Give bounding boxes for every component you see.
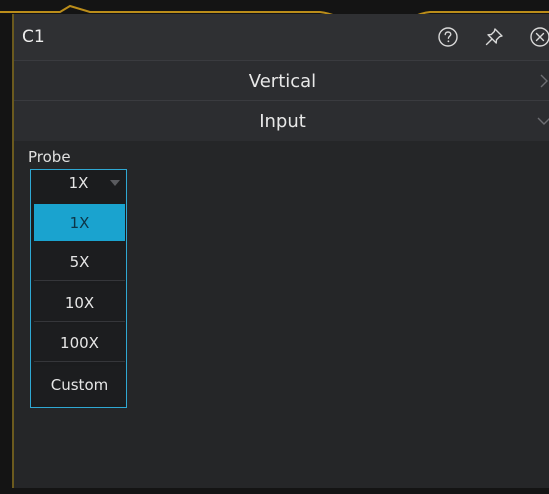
probe-option-label: 1X xyxy=(69,213,90,232)
titlebar-icons xyxy=(437,26,549,48)
probe-select[interactable]: 1X xyxy=(30,169,127,196)
section-vertical[interactable]: Vertical xyxy=(14,60,549,101)
probe-dropdown: 1X 5X 10X 100X Custom xyxy=(30,196,127,408)
probe-option-100x[interactable]: 100X xyxy=(34,324,125,362)
caret-down-icon xyxy=(110,180,120,186)
probe-option-label: 5X xyxy=(69,252,90,271)
probe-option-label: 10X xyxy=(64,293,95,312)
probe-option-1x[interactable]: 1X xyxy=(34,204,125,241)
chevron-down-icon xyxy=(537,117,549,125)
probe-label: Probe xyxy=(28,148,71,166)
section-vertical-label: Vertical xyxy=(248,70,317,92)
probe-option-label: Custom xyxy=(50,375,109,394)
chevron-right-icon xyxy=(540,74,548,88)
probe-selected-value: 1X xyxy=(68,174,89,192)
probe-option-5x[interactable]: 5X xyxy=(34,243,125,281)
help-icon[interactable] xyxy=(437,26,459,48)
close-icon[interactable] xyxy=(529,26,549,48)
pin-icon[interactable] xyxy=(483,26,505,48)
probe-option-10x[interactable]: 10X xyxy=(34,284,125,322)
probe-option-label: 100X xyxy=(60,333,99,352)
panel-title: C1 xyxy=(22,27,45,47)
panel-titlebar: C1 xyxy=(14,14,549,60)
probe-option-custom[interactable]: Custom xyxy=(34,366,125,403)
section-input-label: Input xyxy=(259,110,306,132)
channel-settings-panel: C1 Vertical Input Probe 1X 1X 5X 10X 100… xyxy=(12,14,549,488)
section-input[interactable]: Input xyxy=(14,100,549,141)
